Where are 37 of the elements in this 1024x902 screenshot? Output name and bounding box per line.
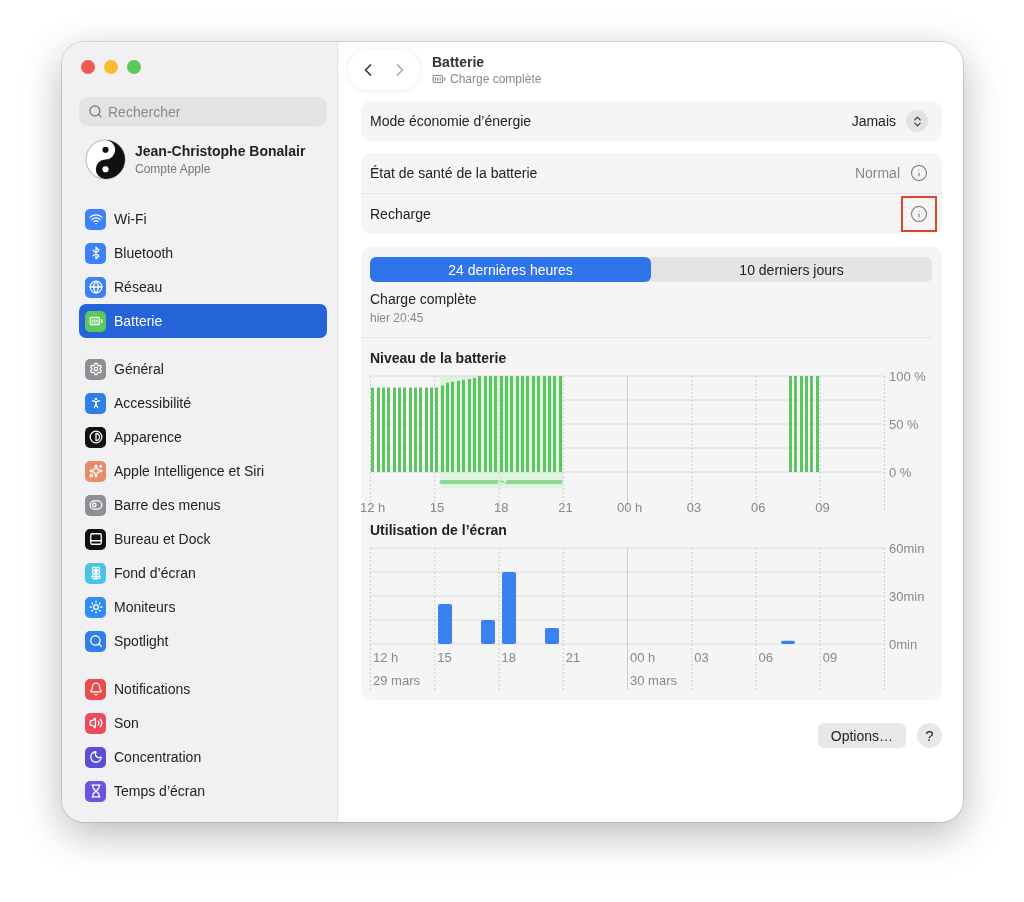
axis-label: 03 — [686, 500, 702, 515]
setting-label: Recharge — [370, 206, 431, 222]
axis-label: 0 % — [889, 465, 912, 480]
chart-title: Niveau de la batterie — [370, 350, 508, 366]
axis-label: 00 h — [630, 650, 656, 665]
axis-label: 15 — [429, 500, 445, 515]
axis-label: 00 h — [617, 500, 643, 515]
axis-label: 21 — [565, 650, 581, 665]
axis-label: 15 — [437, 650, 452, 665]
axis-label: 18 — [501, 650, 516, 665]
axis-label: 06 — [758, 650, 773, 665]
page-subtitle: Charge complète — [450, 72, 542, 86]
setting-label: Mode économie d’énergie — [370, 113, 532, 129]
axis-label: 60min — [889, 541, 925, 556]
date-label: 30 mars — [630, 673, 677, 688]
axis-label: 12 h — [360, 500, 386, 515]
axis-label: 100 % — [889, 369, 926, 384]
account-name: Jean-Christophe Bonalair — [135, 143, 306, 159]
setting-value: Normal — [854, 165, 900, 181]
account-subtitle: Compte Apple — [135, 162, 212, 176]
charge-status: Charge complète — [370, 291, 478, 307]
setting-label: État de santé de la batterie — [370, 165, 538, 181]
date-label: 29 mars — [373, 673, 420, 688]
axis-label: 50 % — [889, 417, 919, 432]
charge-time: hier 20:45 — [370, 311, 425, 325]
page-title: Batterie — [432, 54, 486, 70]
axis-label: 06 — [750, 500, 766, 515]
axis-label: 09 — [822, 650, 838, 665]
axis-label: 18 — [493, 500, 509, 515]
axis-label: 30min — [889, 589, 925, 604]
setting-value: Jamais — [851, 113, 896, 129]
axis-label: 0min — [889, 637, 918, 652]
chart-title: Utilisation de l’écran — [370, 522, 508, 538]
axis-label: 09 — [815, 500, 830, 515]
axis-label: 21 — [558, 500, 573, 515]
axis-label: 03 — [694, 650, 709, 665]
axis-label: 12 h — [373, 650, 399, 665]
